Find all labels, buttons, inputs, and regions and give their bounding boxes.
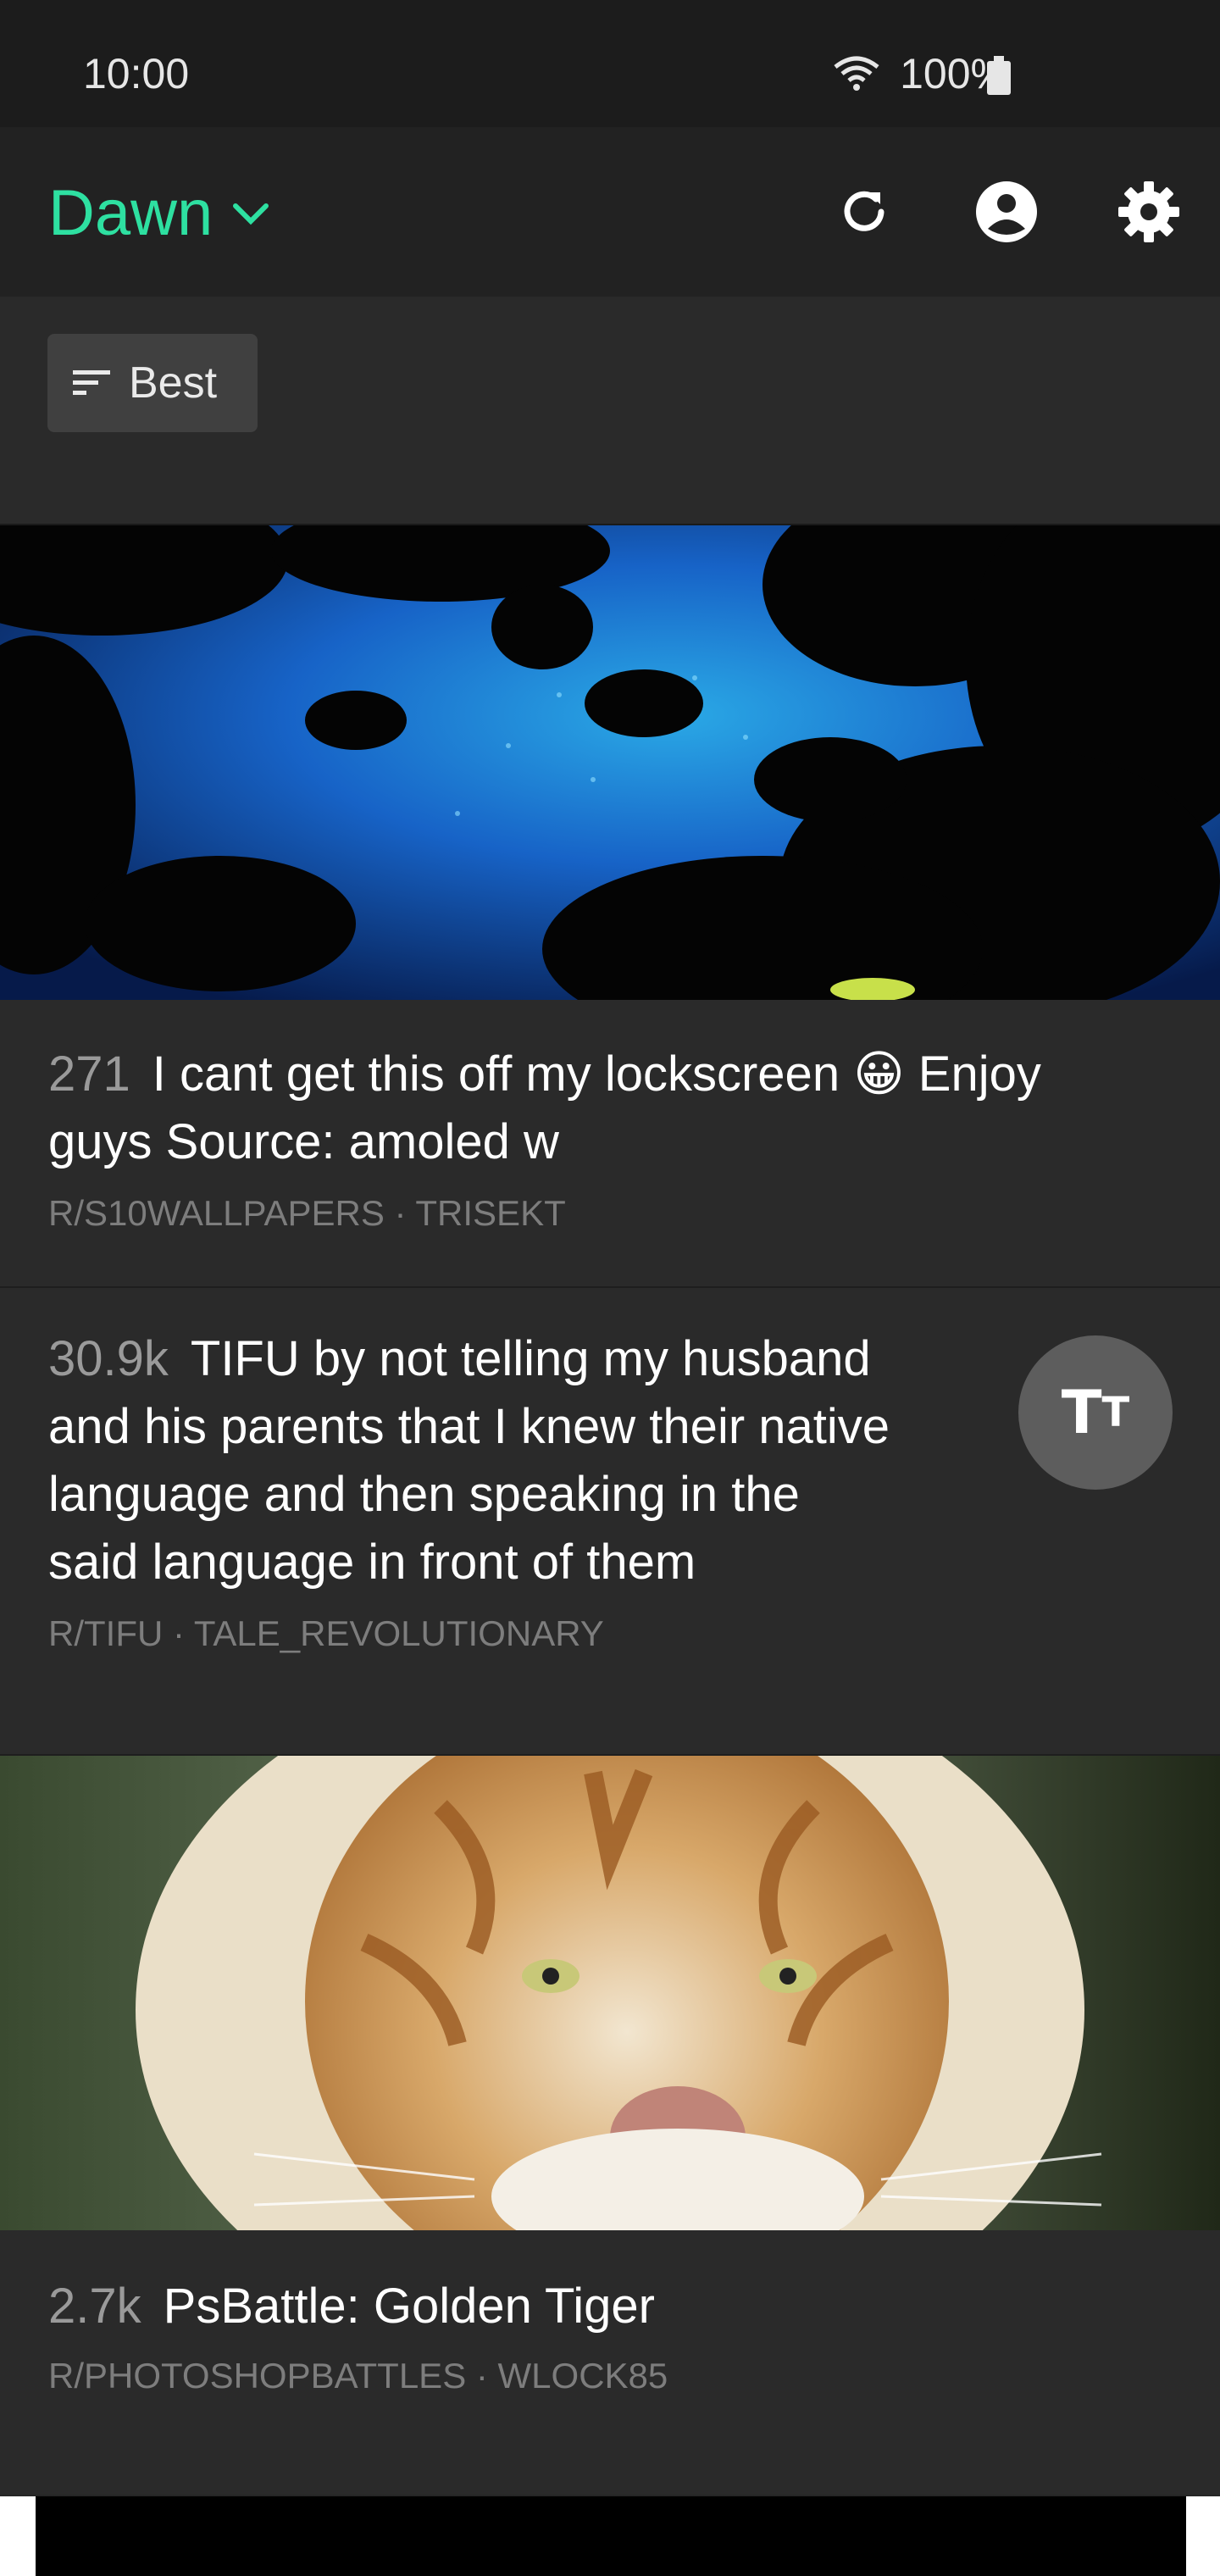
post-title[interactable]: 2.7k PsBattle: Golden Tiger — [48, 2273, 655, 2340]
status-indicators: 100% — [832, 49, 1008, 98]
post-title[interactable]: 271 I cant get this off my lockscreen 😀 E… — [48, 1041, 1041, 1176]
post-thumbnail[interactable] — [0, 1756, 1220, 2230]
text-size-icon: T — [1061, 1378, 1102, 1447]
battery-icon — [987, 56, 1011, 95]
chevron-down-icon — [233, 203, 269, 225]
post-card[interactable]: 30.9k TIFU by not telling my husband and … — [0, 1288, 1220, 1756]
refresh-button[interactable] — [829, 176, 900, 247]
next-post-image — [36, 2496, 1186, 2576]
post-score: 2.7k — [48, 2279, 141, 2334]
account-button[interactable] — [971, 176, 1042, 247]
post-card[interactable]: 271 I cant get this off my lockscreen 😀 E… — [0, 1000, 1220, 1286]
app-title: Dawn — [48, 177, 214, 249]
post-meta[interactable]: R/S10WALLPAPERS · TRISEKT — [48, 1193, 566, 1234]
sort-bar: Best — [0, 297, 1220, 525]
tiger-image — [0, 1756, 1220, 2230]
refresh-icon — [844, 191, 884, 231]
status-time: 10:00 — [83, 50, 190, 97]
status-bar: 10:00 100% — [0, 0, 1220, 127]
post-score: 30.9k — [48, 1331, 169, 1386]
sort-button[interactable]: Best — [47, 334, 258, 432]
gear-icon — [1118, 181, 1179, 242]
subscription-selector[interactable]: Dawn — [48, 176, 270, 250]
post-score: 271 — [48, 1046, 130, 1102]
next-post-thumbnail[interactable] — [0, 2496, 1220, 2576]
post-card[interactable]: 2.7k PsBattle: Golden Tiger R/PHOTOSHOPBA… — [0, 2230, 1220, 2495]
post-meta[interactable]: R/TIFU · TALE_REVOLUTIONARY — [48, 1613, 604, 1654]
post-title[interactable]: 30.9k TIFU by not telling my husband and … — [48, 1325, 890, 1596]
post-meta[interactable]: R/PHOTOSHOPBATTLES · WLOCK85 — [48, 2356, 668, 2396]
post-thumbnail[interactable] — [0, 525, 1220, 1000]
wifi-icon — [834, 56, 879, 91]
settings-button[interactable] — [1113, 176, 1184, 247]
sort-label: Best — [129, 358, 218, 408]
wallpaper-image — [0, 525, 1220, 1000]
sort-icon — [73, 370, 110, 395]
app-bar: Dawn — [0, 127, 1220, 297]
account-icon — [976, 181, 1037, 242]
text-size-button[interactable]: TT — [1018, 1335, 1173, 1490]
